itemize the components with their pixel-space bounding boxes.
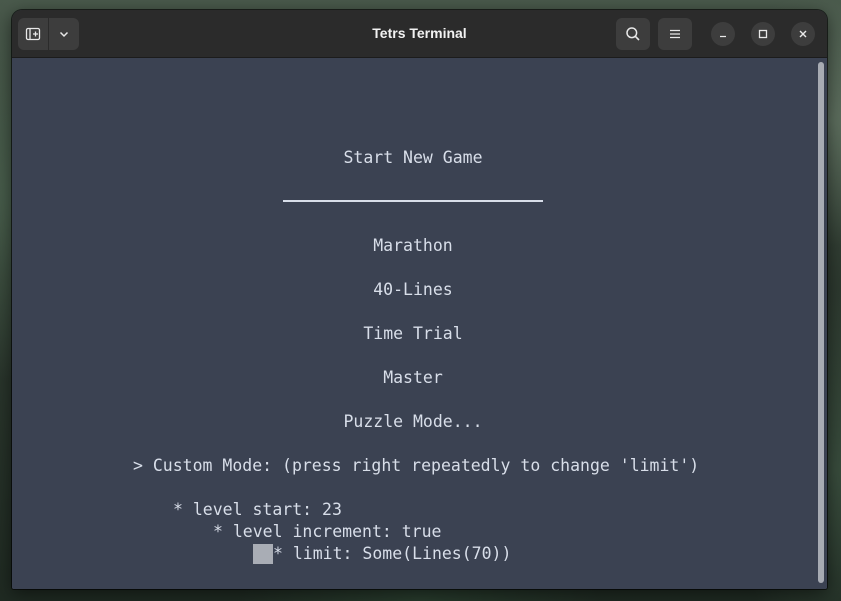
window-title: Tetrs Terminal <box>372 25 467 41</box>
menu-item-custom-mode-selected[interactable]: > Custom Mode: (press right repeatedly t… <box>133 456 699 476</box>
hamburger-menu-icon <box>670 29 680 39</box>
setting-limit-line: * limit: Some(Lines(70)) <box>253 544 511 564</box>
menu-item-master[interactable]: Master <box>12 368 814 388</box>
maximize-icon <box>758 29 768 39</box>
terminal-cursor <box>253 544 273 564</box>
setting-level-increment: * level increment: true <box>213 522 442 541</box>
tab-menu-dropdown-button[interactable] <box>49 18 79 50</box>
menu-item-40-lines[interactable]: 40-Lines <box>12 280 814 300</box>
main-menu-button[interactable] <box>658 18 692 50</box>
chevron-down-icon <box>59 31 69 38</box>
search-icon <box>626 27 640 41</box>
new-tab-split-button <box>18 18 79 50</box>
maximize-button[interactable] <box>751 22 775 46</box>
heading-underline <box>283 200 543 202</box>
vertical-scrollbar[interactable] <box>818 62 824 583</box>
setting-level-start: * level start: 23 <box>173 500 342 519</box>
menu-item-puzzle-mode[interactable]: Puzzle Mode... <box>12 412 814 432</box>
menu-item-time-trial[interactable]: Time Trial <box>12 324 814 344</box>
menu-item-marathon[interactable]: Marathon <box>12 236 814 256</box>
setting-limit: * limit: Some(Lines(70)) <box>273 544 512 563</box>
close-button[interactable] <box>791 22 815 46</box>
terminal-window: Tetrs Terminal Start New Game Marathon 4… <box>12 10 827 589</box>
minimize-icon <box>720 35 726 38</box>
minimize-button[interactable] <box>711 22 735 46</box>
new-tab-icon <box>25 27 41 41</box>
close-icon <box>799 30 807 38</box>
search-button[interactable] <box>616 18 650 50</box>
terminal-area[interactable]: Start New Game Marathon 40-Lines Time Tr… <box>12 58 827 589</box>
new-tab-button[interactable] <box>18 18 48 50</box>
menu-heading: Start New Game <box>343 148 483 167</box>
title-bar[interactable]: Tetrs Terminal <box>12 10 827 58</box>
